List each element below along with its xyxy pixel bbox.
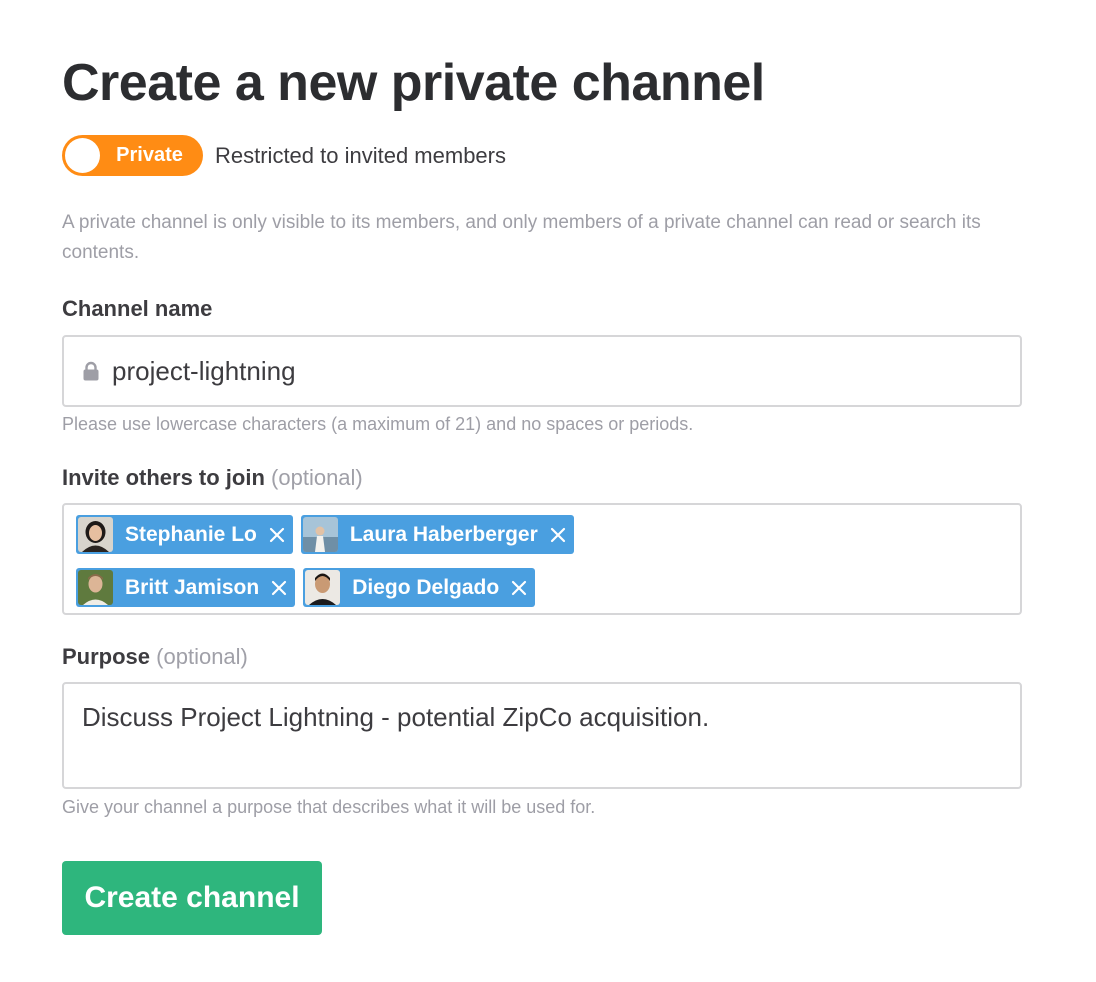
channel-name-field[interactable]: project-lightning (62, 335, 1022, 407)
purpose-label: Purpose (optional) (62, 644, 248, 670)
avatar (305, 570, 341, 605)
channel-description: A private channel is only visible to its… (62, 212, 981, 263)
member-name: Laura Haberberger (349, 522, 538, 546)
member-name: Stephanie Lo (125, 522, 257, 546)
member-chip-britt-jamison[interactable]: Britt Jamison (76, 568, 296, 607)
member-chip-diego-delgado[interactable]: Diego Delgado (303, 568, 536, 607)
purpose-textarea[interactable]: Discuss Project Lightning - potential Zi… (62, 682, 1022, 789)
invite-label: Invite others to join (optional) (62, 465, 363, 491)
avatar (78, 570, 113, 605)
member-chip-stephanie-lo[interactable]: Stephanie Lo (76, 515, 293, 554)
invite-chip-list: Stephanie Lo Laura Haberberger Britt Jam… (76, 515, 796, 607)
toggle-label: Private (116, 144, 183, 166)
close-icon[interactable] (269, 527, 285, 543)
channel-name-label-text: Channel name (62, 296, 213, 321)
channel-name-hint: Please use lowercase characters (a maxim… (62, 414, 694, 434)
privacy-toggle[interactable]: Private (62, 135, 203, 176)
create-channel-page: Create a new private channel Private Res… (0, 0, 1096, 982)
create-channel-button[interactable]: Create channel (62, 861, 322, 935)
toggle-description: Restricted to invited members (215, 142, 506, 168)
page-title: Create a new private channel (62, 54, 765, 112)
purpose-hint: Give your channel a purpose that describ… (62, 797, 596, 817)
privacy-toggle-row: Private Restricted to invited members (62, 135, 506, 176)
close-icon[interactable] (271, 580, 287, 596)
member-chip-laura-haberberger[interactable]: Laura Haberberger (300, 515, 574, 554)
purpose-value[interactable]: Discuss Project Lightning - potential Zi… (82, 702, 709, 732)
invite-optional-text: (optional) (271, 465, 363, 490)
invite-field[interactable]: Stephanie Lo Laura Haberberger Britt Jam… (62, 503, 1022, 615)
member-name: Britt Jamison (125, 575, 260, 599)
lock-icon (83, 361, 99, 381)
member-name: Diego Delgado (352, 575, 500, 599)
close-icon[interactable] (511, 580, 527, 596)
channel-name-label: Channel name (62, 296, 212, 322)
purpose-label-text: Purpose (62, 644, 151, 669)
purpose-optional-text: (optional) (156, 644, 248, 669)
close-icon[interactable] (550, 527, 566, 543)
avatar (78, 517, 113, 552)
avatar (302, 517, 338, 552)
channel-name-value[interactable]: project-lightning (112, 356, 296, 387)
invite-label-text: Invite others to join (62, 465, 265, 490)
toggle-knob[interactable] (65, 138, 100, 173)
